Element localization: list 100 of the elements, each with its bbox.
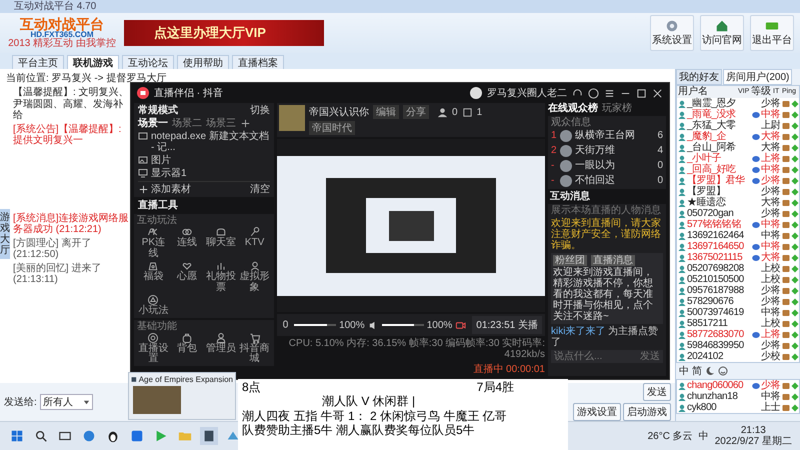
moon-icon[interactable] <box>705 366 715 376</box>
clock-date[interactable]: 2022/9/27 星期二 <box>714 436 792 447</box>
source-item[interactable]: 图片 <box>138 155 270 166</box>
viewer-name[interactable]: 不怕回迟 <box>575 175 654 186</box>
user-name[interactable]: 【罗盟】 <box>687 186 751 197</box>
user-name[interactable]: cyk800 <box>687 402 751 413</box>
user-name[interactable]: 13675021115 <box>687 252 751 263</box>
side-tab[interactable]: 游戏大厅 <box>0 209 10 259</box>
user-name[interactable]: 05207698208 <box>687 263 751 274</box>
input-mode-button[interactable]: 中 <box>679 364 689 378</box>
end-live-button[interactable]: 01:23:51 关播 <box>472 316 542 334</box>
source-item[interactable]: 显示器1 <box>138 168 270 179</box>
tool-button[interactable]: 抖音商城 <box>238 332 271 364</box>
mode-label[interactable]: 常规模式 <box>138 105 178 116</box>
game-icon[interactable] <box>200 427 218 445</box>
user-name[interactable]: _魔豹_企 <box>687 131 751 142</box>
clock-time[interactable]: 21:13 <box>740 425 766 436</box>
user-name[interactable]: _幽霊_恩夕 <box>687 98 751 109</box>
header-action-button[interactable]: 退出平台 <box>750 15 794 51</box>
add-source-button[interactable]: 添加素材 <box>138 184 191 195</box>
input-mode-button[interactable]: 简 <box>692 364 702 378</box>
audience-tab[interactable]: 玩家榜 <box>602 103 632 114</box>
weather-text[interactable]: 26°C 多云 <box>648 429 693 443</box>
tool-button[interactable]: 福袋 <box>137 260 170 293</box>
user-name[interactable]: 09576187988 <box>687 285 751 296</box>
panel-tab[interactable]: 房间用户(200) <box>723 69 792 85</box>
user-name[interactable]: chunzhan18 <box>687 391 751 402</box>
tool-button[interactable]: 管理员 <box>204 332 238 364</box>
game-button[interactable]: 启动游戏 <box>623 403 671 421</box>
scene-tab[interactable]: 场景三 <box>206 118 236 129</box>
ime-indicator[interactable]: 中 <box>698 429 709 443</box>
game-button[interactable]: 游戏设置 <box>573 403 621 421</box>
user-name[interactable]: _台山_阿希 <box>687 142 751 153</box>
user-name[interactable]: _小叶子 <box>687 153 751 164</box>
user-name[interactable]: 2024102 <box>687 351 751 362</box>
tool-button[interactable]: KTV <box>238 226 271 259</box>
user-name[interactable]: _东猛_大零 <box>687 120 751 131</box>
panel-tab[interactable]: 我的好友 <box>676 69 722 85</box>
nav-tab[interactable]: 平台主页 <box>12 55 64 69</box>
maximize-icon[interactable] <box>636 88 647 98</box>
viewer-name[interactable]: 纵横帝王台网 <box>575 130 654 141</box>
room-tag[interactable]: 编辑 <box>373 105 399 119</box>
taskbar-preview[interactable]: Age of Empires Expansion <box>128 372 236 420</box>
record-icon[interactable] <box>455 320 466 330</box>
user-name[interactable]: _雨竜_没求 <box>687 109 751 120</box>
tool-button[interactable]: 直播设置 <box>137 332 170 364</box>
user-name[interactable]: 13697164650 <box>687 241 751 252</box>
send-button[interactable]: 发送 <box>643 383 671 401</box>
headset-icon[interactable] <box>572 88 583 98</box>
tool-button[interactable]: 背包 <box>170 332 204 364</box>
user-name[interactable]: 578290676 <box>687 296 751 307</box>
user-name[interactable]: 050720gan <box>687 208 751 219</box>
user-name[interactable]: 50073974619 <box>687 307 751 318</box>
user-name[interactable]: 05210150500 <box>687 274 751 285</box>
source-item[interactable]: notepad.exe 新建文本文档 - 记... <box>138 131 270 153</box>
category-tag[interactable]: 帝国时代 <box>309 121 355 135</box>
user-name[interactable]: 59846839950 <box>687 340 751 351</box>
tool-button[interactable]: 小玩法 <box>137 294 170 316</box>
smiley-icon[interactable] <box>718 366 728 376</box>
cover-thumbnail[interactable] <box>279 105 305 131</box>
room-tag[interactable]: 分享 <box>403 105 429 119</box>
user-name[interactable]: _回高_好吃 <box>687 164 751 175</box>
user-name[interactable]: 罗马复兴圈人老二 <box>487 86 567 100</box>
nav-tab[interactable]: 直播档案 <box>232 55 284 69</box>
menu-icon[interactable] <box>604 88 615 98</box>
plus-icon[interactable] <box>240 118 251 129</box>
user-name[interactable]: chang060060 <box>687 380 751 391</box>
help-icon[interactable] <box>588 88 599 98</box>
tool-button[interactable]: PK连线 <box>137 226 170 259</box>
tool-button[interactable]: 礼物投票 <box>204 260 238 293</box>
viewer-name[interactable]: 一眼以为 <box>575 160 654 171</box>
user-name[interactable]: 577铭铭铭铭 <box>687 219 751 230</box>
header-action-button[interactable]: 系统设置 <box>650 15 694 51</box>
nav-tab[interactable]: 使用帮助 <box>177 55 229 69</box>
audience-tab[interactable]: 在线观众榜 <box>548 103 598 114</box>
header-action-button[interactable]: 访问官网 <box>700 15 744 51</box>
vip-banner[interactable]: 点这里办理大厅VIP <box>124 20 324 46</box>
user-name[interactable]: 58517211 <box>687 318 751 329</box>
nav-tab[interactable]: 联机游戏 <box>67 55 119 69</box>
avatar-icon[interactable] <box>470 87 482 99</box>
scene-tab[interactable]: 场景二 <box>172 118 202 129</box>
tool-button[interactable]: 心愿 <box>170 260 204 293</box>
user-name[interactable]: 【罗盟】君华 <box>687 175 751 186</box>
app-logo-icon <box>137 87 149 99</box>
room-title[interactable]: 帝国兴认识你 <box>309 105 369 119</box>
close-icon[interactable] <box>652 88 663 98</box>
tool-button[interactable]: 聊天室 <box>204 226 238 259</box>
clear-button[interactable]: 清空 <box>250 184 270 195</box>
nav-tab[interactable]: 互动论坛 <box>122 55 174 69</box>
scene-tab[interactable]: 场景一 <box>138 118 168 129</box>
viewer-name[interactable]: 天街万维 <box>575 145 654 156</box>
tool-button[interactable]: 虚拟形象 <box>238 260 271 293</box>
microphone-icon[interactable] <box>280 320 291 330</box>
user-name[interactable]: 13692162464 <box>687 230 751 241</box>
user-name[interactable]: 58772683070 <box>687 329 751 340</box>
tool-button[interactable]: 连线 <box>170 226 204 259</box>
recipient-dropdown[interactable]: 所有人 <box>40 394 93 410</box>
switch-button[interactable]: 切换 <box>250 105 270 116</box>
like-count: 1 <box>476 106 482 118</box>
user-name[interactable]: ★睡遗恋 <box>687 197 751 208</box>
